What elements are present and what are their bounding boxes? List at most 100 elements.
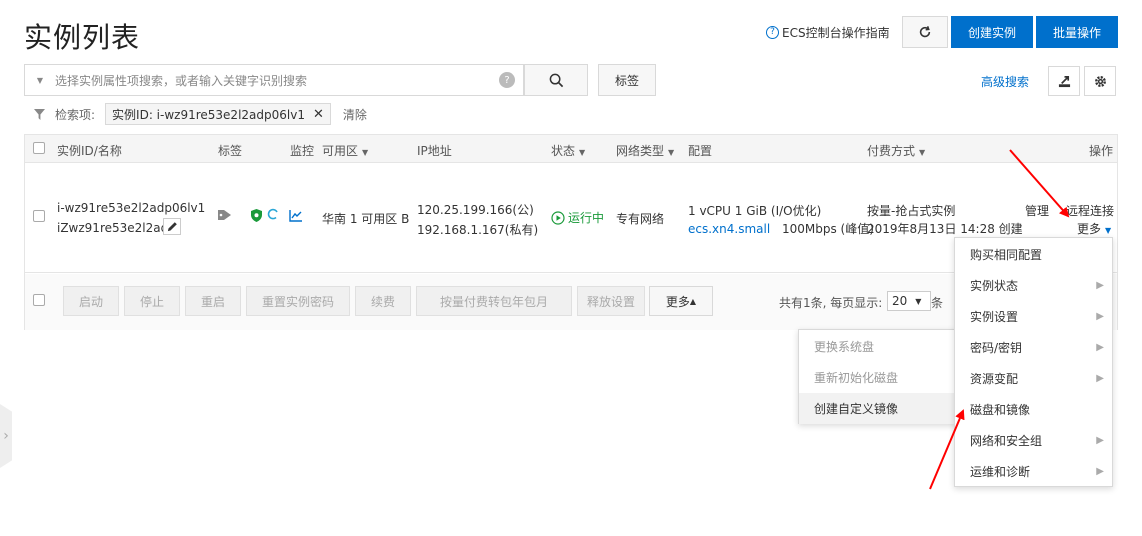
caret-down-icon: ▼ [1105, 226, 1112, 235]
reinit-disk-item[interactable]: 重新初始化磁盘 [799, 362, 957, 393]
chevron-right-icon: ▶ [1096, 435, 1104, 446]
pencil-icon [167, 222, 177, 232]
page-size-select[interactable]: 20 ▼ [887, 291, 931, 311]
col-zone[interactable]: 可用区 ▼ [322, 142, 368, 159]
menu-item-instance-settings[interactable]: 实例设置 ▶ [955, 301, 1112, 332]
menu-item-ops-diagnosis[interactable]: 运维和诊断 ▶ [955, 456, 1112, 487]
col-billing[interactable]: 付费方式 ▼ [867, 142, 925, 159]
network-value: 专有网络 [616, 212, 665, 226]
play-circle-icon [551, 210, 565, 225]
filter-label: 检索项: [55, 107, 96, 122]
more-dropdown-link[interactable]: 更多 ▼ [1077, 220, 1111, 237]
col-ops: 操作 [1089, 144, 1114, 158]
filter-row: 检索项: 实例ID: i-wz91re53e2l2adp06lv1 ✕ 清除 [34, 103, 367, 125]
search-box[interactable]: ▼ 选择实例属性项搜索，或者输入关键字识别搜索 ? [24, 64, 524, 96]
filter-tag-text: 实例ID: i-wz91re53e2l2adp06lv1 [112, 107, 305, 122]
col-monitor: 监控 [290, 144, 315, 158]
release-settings-button[interactable]: 释放设置 [577, 286, 645, 316]
config-detail: ecs.xn4.small 100Mbps (峰值) [688, 220, 874, 237]
batch-operation-button[interactable]: 批量操作 [1036, 16, 1118, 48]
search-icon [549, 73, 563, 87]
row-checkbox[interactable] [33, 210, 45, 222]
instance-id-link[interactable]: i-wz91re53e2l2adp06lv1 [57, 201, 205, 215]
replace-system-disk-item[interactable]: 更换系统盘 [799, 331, 957, 362]
more-dropdown-menu: 购买相同配置 实例状态 ▶ 实例设置 ▶ 密码/密钥 ▶ 资源变配 ▶ 磁盘和镜像 网络… [954, 237, 1113, 487]
menu-item-resource-change[interactable]: 资源变配 ▶ [955, 363, 1112, 394]
chevron-right-icon: ▶ [1096, 466, 1104, 477]
help-icon[interactable]: ? [499, 72, 515, 88]
restart-button[interactable]: 重启 [185, 286, 241, 316]
col-ip: IP地址 [417, 144, 452, 158]
close-icon[interactable]: ✕ [313, 107, 324, 122]
status-text: 运行中 [568, 211, 605, 225]
tag-icon[interactable] [218, 209, 232, 224]
chevron-right-icon: ▶ [1096, 311, 1104, 322]
instance-name: iZwz91re53e2l2ad... [57, 221, 180, 235]
manage-link[interactable]: 管理 [1025, 202, 1049, 219]
col-id-name: 实例ID/名称 [57, 144, 122, 158]
caret-down-icon: ▼ [919, 148, 926, 157]
filter-tag: 实例ID: i-wz91re53e2l2adp06lv1 ✕ [105, 103, 331, 125]
search-button[interactable] [524, 64, 588, 96]
caret-down-icon: ▼ [668, 148, 675, 157]
stop-button[interactable]: 停止 [124, 286, 180, 316]
caret-down-icon: ▼ [362, 148, 369, 157]
security-shield-icon[interactable] [251, 209, 262, 225]
config-spec: 1 vCPU 1 GiB (I/O优化) [688, 204, 822, 218]
convert-billing-button[interactable]: 按量付费转包年包月 [416, 286, 572, 316]
renew-button[interactable]: 续费 [355, 286, 411, 316]
instance-type-link[interactable]: ecs.xn4.small [688, 222, 770, 236]
refresh-icon [919, 26, 931, 38]
cloud-monitor-icon[interactable] [267, 208, 279, 223]
col-status[interactable]: 状态 ▼ [551, 142, 585, 159]
col-tag: 标签 [218, 144, 243, 158]
chevron-right-icon: ▶ [1096, 373, 1104, 384]
console-guide-label: ECS控制台操作指南 [782, 26, 890, 40]
search-input[interactable]: 选择实例属性项搜索，或者输入关键字识别搜索 [55, 72, 499, 89]
menu-item-disk-image[interactable]: 磁盘和镜像 [955, 394, 1112, 425]
col-network[interactable]: 网络类型 ▼ [616, 142, 674, 159]
created-time: 2019年8月13日 14:28 创建 [867, 222, 1023, 236]
caret-down-icon: ▼ [915, 296, 922, 306]
refresh-button[interactable] [902, 16, 948, 48]
page-title: 实例列表 [24, 21, 141, 54]
menu-item-network-security[interactable]: 网络和安全组 ▶ [955, 425, 1112, 456]
zone-value: 华南 1 可用区 B [322, 212, 410, 226]
page-suffix: 条 [931, 296, 944, 310]
private-ip: 192.168.1.167(私有) [417, 223, 539, 237]
bandwidth-value: 100Mbps (峰值) [782, 222, 874, 236]
disk-image-submenu: 更换系统盘 重新初始化磁盘 创建自定义镜像 [798, 329, 958, 424]
advanced-search-link[interactable]: 高级搜索 [981, 73, 1029, 90]
edit-name-button[interactable] [163, 218, 181, 235]
filter-icon [34, 108, 45, 120]
menu-item-instance-status[interactable]: 实例状态 ▶ [955, 270, 1112, 301]
export-button[interactable] [1048, 66, 1080, 96]
remote-connect-link[interactable]: 远程连接 [1066, 202, 1114, 219]
gear-icon [1094, 75, 1106, 87]
caret-up-icon: ▲ [689, 296, 697, 306]
reset-password-button[interactable]: 重置实例密码 [246, 286, 350, 316]
footer-select-all-checkbox[interactable] [33, 294, 45, 306]
chevron-right-icon: › [3, 428, 9, 444]
create-instance-button[interactable]: 创建实例 [951, 16, 1033, 48]
create-custom-image-item[interactable]: 创建自定义镜像 [799, 393, 957, 424]
tag-filter-button[interactable]: 标签 [598, 64, 656, 96]
menu-item-buy-same[interactable]: 购买相同配置 [955, 239, 1112, 270]
side-panel-toggle[interactable]: › [0, 404, 12, 468]
caret-down-icon: ▼ [579, 148, 586, 157]
menu-item-password-key[interactable]: 密码/密钥 ▶ [955, 332, 1112, 363]
clear-filter-link[interactable]: 清除 [343, 106, 367, 123]
start-button[interactable]: 启动 [63, 286, 119, 316]
settings-button[interactable] [1084, 66, 1116, 96]
footer-more-button[interactable]: 更多 ▲ [649, 286, 713, 316]
status-badge: 运行中 [551, 209, 604, 226]
page-size-value: 20 [892, 294, 908, 308]
public-ip: 120.25.199.166(公) [417, 203, 534, 217]
console-guide-link[interactable]: ? ECS控制台操作指南 [766, 24, 890, 41]
caret-down-icon[interactable]: ▼ [25, 76, 55, 85]
chevron-right-icon: ▶ [1096, 280, 1104, 291]
select-all-checkbox[interactable] [33, 142, 45, 154]
chart-monitor-icon[interactable] [289, 210, 303, 225]
pagination-text: 共有1条, 每页显示: [779, 296, 883, 310]
col-config: 配置 [688, 144, 713, 158]
